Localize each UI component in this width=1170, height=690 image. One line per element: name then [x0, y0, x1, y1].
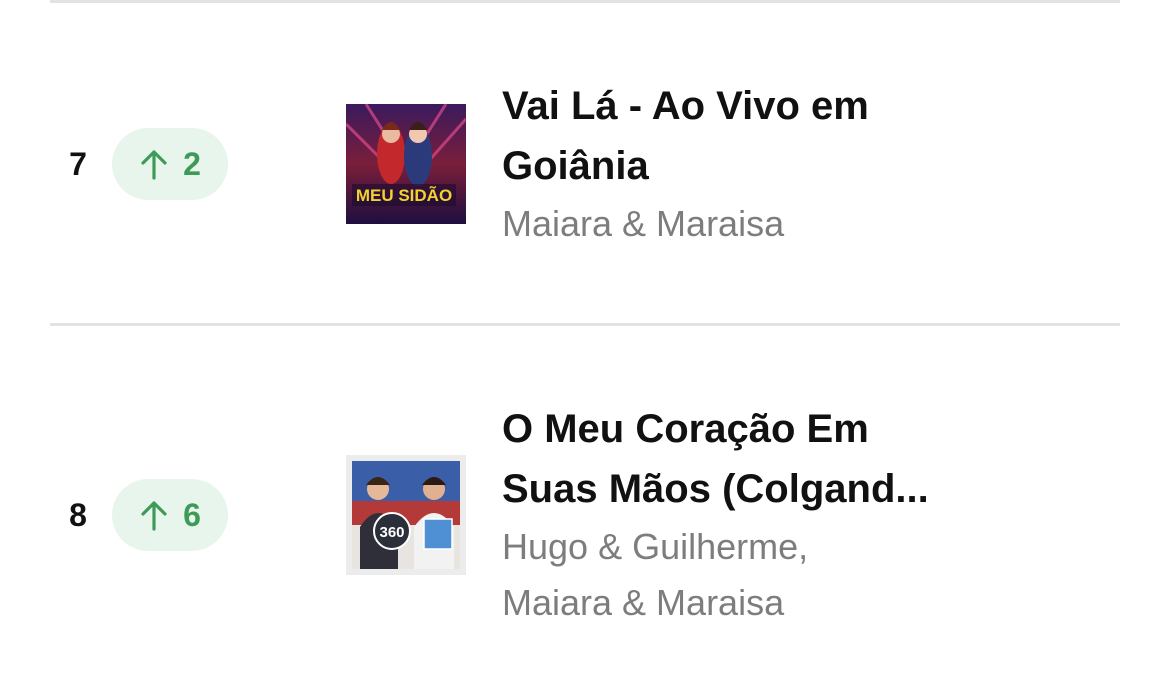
arrow-up-icon	[139, 499, 169, 531]
track-title-line1: Vai Lá - Ao Vivo em	[502, 84, 869, 128]
cover-text: MEU SIDÃO	[356, 185, 452, 205]
artist-name[interactable]: Maiara & Maraisa	[502, 196, 962, 252]
track-title-line2: Suas Mãos (Colgand...	[502, 467, 929, 511]
movement-value: 2	[183, 145, 201, 182]
artist-name[interactable]: Maiara & Maraisa	[502, 575, 962, 631]
chart-list: 7 2 MEU SIDÃO Vai Lá - Ao Vivo em Goiâni…	[0, 0, 1170, 690]
divider	[50, 0, 1120, 3]
movement-value: 6	[183, 496, 201, 533]
track-title-line1: O Meu Coração Em	[502, 407, 869, 451]
artist-name[interactable]: Hugo & Guilherme,	[502, 519, 962, 575]
cover-text: 360	[379, 524, 404, 541]
arrow-up-icon	[139, 148, 169, 180]
movement-badge: 6	[112, 479, 228, 551]
album-cover[interactable]: MEU SIDÃO	[346, 104, 466, 224]
album-cover[interactable]: 360	[346, 455, 466, 575]
movement-badge: 2	[112, 128, 228, 200]
rank-number: 7	[69, 146, 87, 182]
rank-number: 8	[69, 497, 87, 533]
divider	[50, 323, 1120, 326]
track-title-line2: Goiânia	[502, 144, 649, 188]
